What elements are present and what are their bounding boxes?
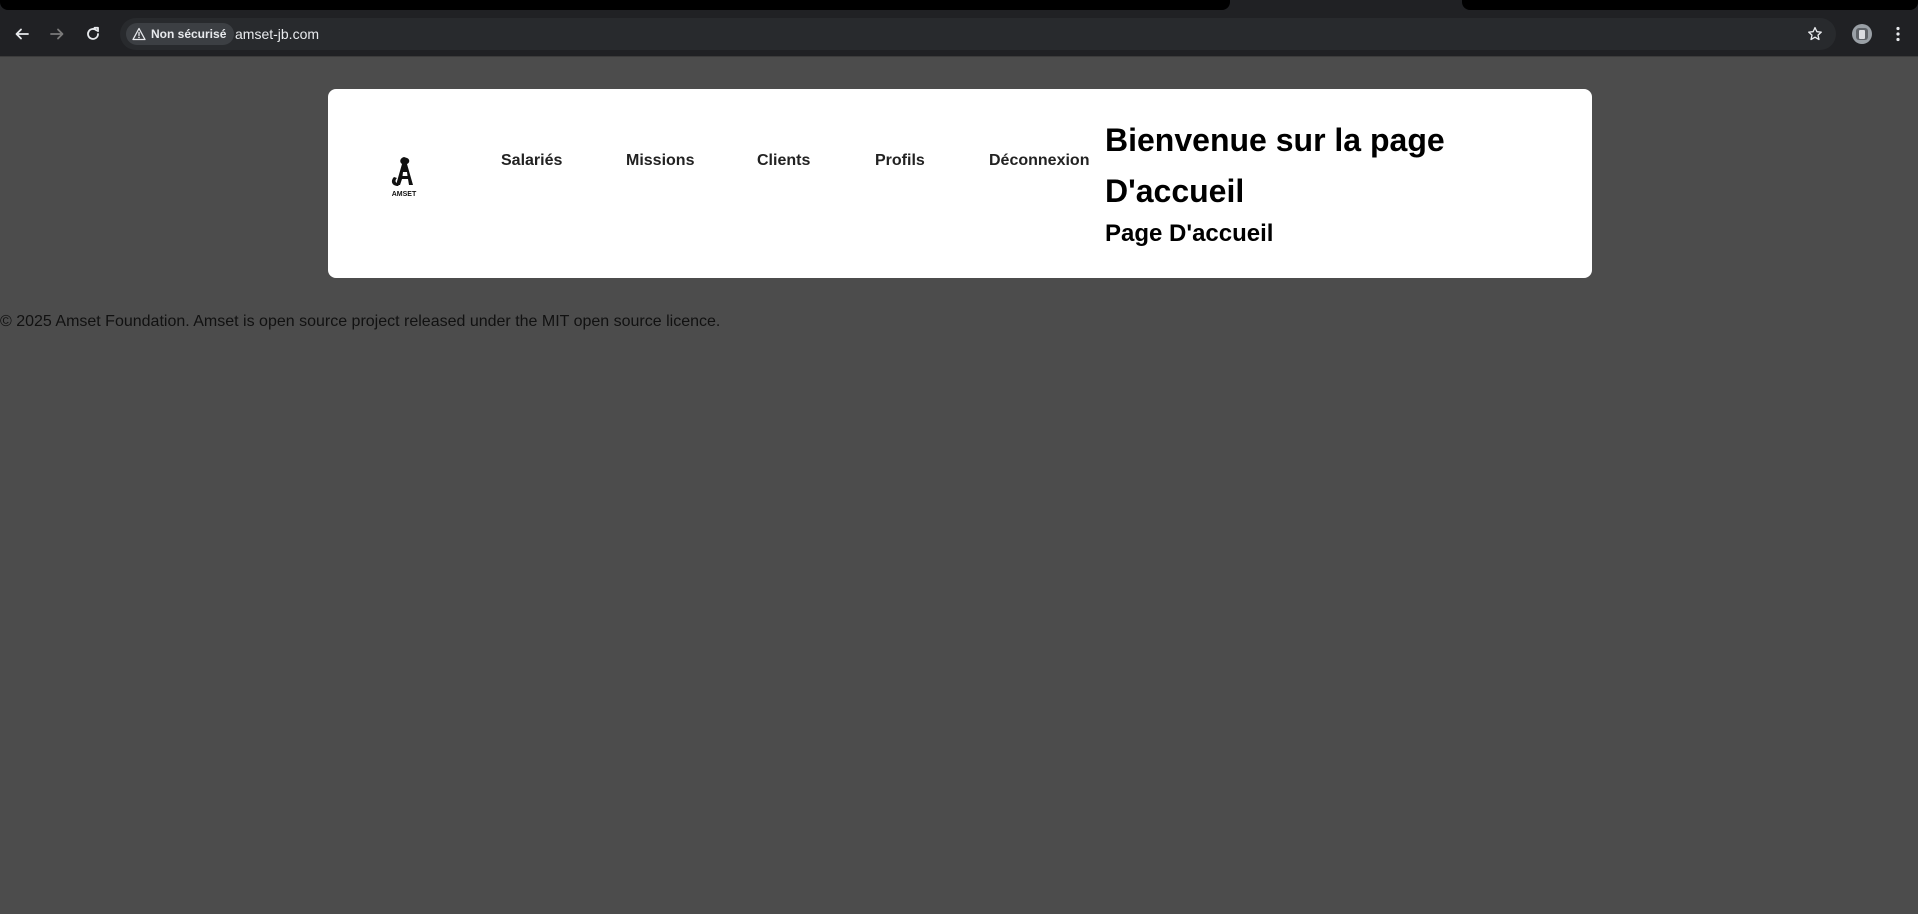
security-indicator[interactable]: Non sécurisé — [126, 23, 235, 45]
nav-link-salaries[interactable]: Salariés — [501, 152, 562, 170]
reload-icon — [87, 26, 99, 40]
footer-copyright: © 2025 Amset Foundation. Amset is open s… — [0, 313, 721, 330]
amset-logo[interactable]: AMSET — [386, 155, 422, 199]
nav-link-deconnexion[interactable]: Déconnexion — [989, 152, 1089, 170]
browser-toolbar: Non sécurisé amset-jb.com — [0, 12, 1918, 57]
arrow-left-icon — [15, 28, 29, 40]
address-bar[interactable]: Non sécurisé amset-jb.com — [120, 18, 1836, 50]
kebab-menu-icon — [1896, 26, 1900, 42]
nav-link-missions[interactable]: Missions — [626, 152, 694, 170]
nav-link-clients[interactable]: Clients — [757, 152, 810, 170]
page-subtitle: Page D'accueil — [1105, 220, 1274, 247]
logo-wordmark: AMSET — [392, 191, 417, 198]
browser-tab[interactable] — [0, 0, 1230, 10]
page-title: Bienvenue sur la page D'accueil — [1105, 122, 1445, 209]
security-label: Non sécurisé — [151, 27, 227, 41]
url-text[interactable]: amset-jb.com — [235, 26, 319, 42]
header-card: AMSET Salariés Missions Clients Profils … — [328, 89, 1592, 278]
arrow-right-icon — [50, 28, 64, 40]
nav-link-profils[interactable]: Profils — [875, 152, 925, 170]
tab-strip — [0, 0, 1918, 12]
profile-avatar-icon — [1852, 24, 1872, 44]
reload-button[interactable] — [81, 22, 105, 46]
warning-triangle-icon — [132, 27, 146, 41]
back-button[interactable] — [10, 22, 34, 46]
bookmark-button[interactable] — [1804, 23, 1826, 45]
star-icon — [1808, 26, 1822, 41]
forward-button[interactable] — [45, 22, 69, 46]
browser-menu-button[interactable] — [1888, 22, 1908, 46]
browser-tab[interactable] — [1462, 0, 1918, 10]
profile-button[interactable] — [1850, 22, 1874, 46]
